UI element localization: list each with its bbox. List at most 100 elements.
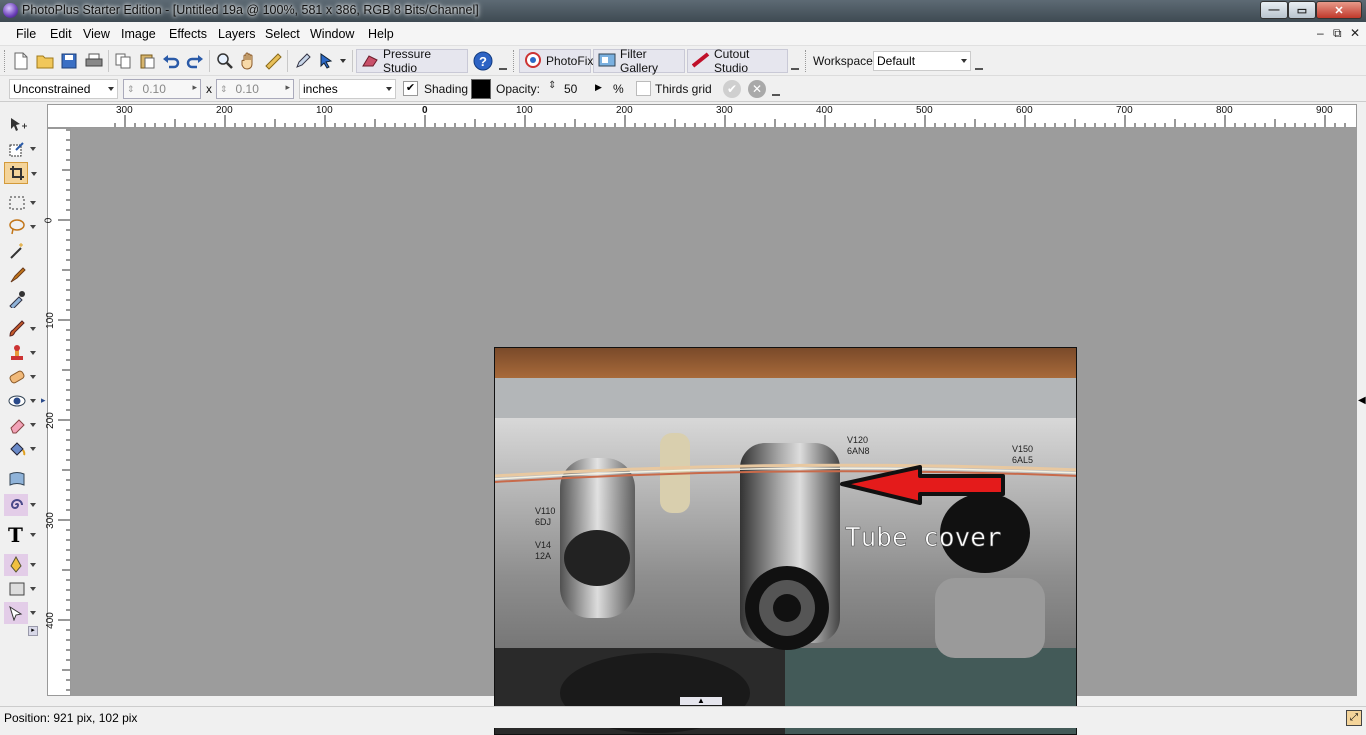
open-folder-icon[interactable] bbox=[35, 51, 55, 71]
expand-right-panel-icon[interactable]: ◀ bbox=[1358, 395, 1366, 406]
toolbar-overflow-icon[interactable] bbox=[499, 68, 507, 74]
menu-select[interactable]: Select bbox=[265, 27, 300, 41]
zoom-icon[interactable] bbox=[215, 51, 235, 71]
twirl-tool-icon[interactable] bbox=[4, 494, 36, 516]
mdi-restore-button[interactable]: ⧉ bbox=[1333, 26, 1342, 41]
node-edit-tool-icon[interactable] bbox=[4, 602, 36, 624]
warp-tool-icon[interactable] bbox=[4, 468, 34, 490]
crop-height-field[interactable]: ⇕ 0.10 ▸ bbox=[216, 79, 294, 99]
mdi-minimize-button[interactable]: – bbox=[1317, 26, 1324, 40]
ruler-top-label: 300 bbox=[716, 105, 733, 116]
mdi-close-button[interactable]: ✕ bbox=[1350, 26, 1360, 40]
move-tool-icon[interactable] bbox=[4, 114, 34, 136]
vertical-ruler: 0 100 200 300 400 bbox=[43, 128, 71, 696]
units-select[interactable]: inches bbox=[299, 79, 396, 99]
navigator-icon[interactable]: ⤢ bbox=[1346, 710, 1362, 726]
patch-tool-icon[interactable] bbox=[4, 366, 36, 388]
ruler-left-label: 200 bbox=[44, 412, 56, 429]
pen-icon[interactable] bbox=[293, 51, 313, 71]
photofix-button[interactable]: PhotoFix bbox=[519, 49, 593, 73]
undo-icon[interactable] bbox=[161, 51, 181, 71]
shape-tool-icon[interactable] bbox=[4, 578, 36, 600]
ruler-icon[interactable] bbox=[263, 51, 283, 71]
expand-bottom-panel-icon[interactable]: ▲ bbox=[680, 697, 722, 705]
magic-wand-tool-icon[interactable] bbox=[4, 240, 34, 262]
minimize-button[interactable]: — bbox=[1260, 1, 1288, 19]
status-bar: Position: 921 pix, 102 pix ⤢ bbox=[0, 706, 1366, 728]
shading-color-swatch[interactable] bbox=[471, 79, 491, 99]
opacity-label: Opacity: bbox=[496, 82, 541, 96]
menu-edit[interactable]: Edit bbox=[50, 27, 72, 41]
shading-checkbox[interactable]: ✔ bbox=[403, 81, 418, 96]
toolbar-overflow-icon-2[interactable] bbox=[791, 68, 799, 74]
document-canvas[interactable]: V120 6AN8 V150 6AL5 V110 6DJ V14 12A Tub… bbox=[494, 347, 1077, 735]
app-icon[interactable] bbox=[3, 3, 18, 18]
rectangle-selection-tool-icon[interactable] bbox=[4, 192, 36, 214]
workspace-select[interactable]: Default bbox=[873, 51, 971, 71]
deform-tool-icon[interactable] bbox=[4, 138, 36, 160]
text-tool-icon[interactable]: T bbox=[4, 523, 36, 547]
ruler-top-label: 400 bbox=[816, 105, 833, 116]
expand-tools-icon[interactable]: ▸ bbox=[28, 626, 38, 636]
close-button[interactable]: ✕ bbox=[1316, 1, 1362, 19]
crop-tool-icon[interactable] bbox=[4, 162, 37, 184]
selection-brush-tool-icon[interactable] bbox=[4, 264, 34, 286]
pointer-icon[interactable] bbox=[317, 51, 337, 71]
commit-icon[interactable]: ✔ bbox=[723, 80, 741, 98]
toolbar-overflow-icon-3[interactable] bbox=[975, 68, 983, 74]
window-title: PhotoPlus Starter Edition - [Untitled 19… bbox=[22, 3, 479, 17]
photo-image[interactable]: V120 6AN8 V150 6AL5 V110 6DJ V14 12A Tub… bbox=[495, 348, 1077, 735]
opacity-value[interactable]: 50 bbox=[564, 82, 577, 96]
menu-view[interactable]: View bbox=[83, 27, 110, 41]
spin-icon: ⇕ bbox=[127, 83, 135, 94]
menu-window[interactable]: Window bbox=[310, 27, 354, 41]
tube-label-12a: 12A bbox=[535, 551, 551, 561]
pointer-dropdown-icon[interactable] bbox=[340, 59, 346, 63]
ruler-top-label: 500 bbox=[916, 105, 933, 116]
collapse-left-panel-icon[interactable]: ▸ bbox=[41, 395, 46, 406]
menu-help[interactable]: Help bbox=[368, 27, 394, 41]
eraser-tool-icon[interactable] bbox=[4, 414, 36, 436]
crop-mode-select[interactable]: Unconstrained bbox=[9, 79, 118, 99]
maximize-button[interactable]: ▭ bbox=[1288, 1, 1316, 19]
color-pickup-tool-icon[interactable] bbox=[4, 288, 34, 310]
crop-width-field[interactable]: ⇕ 0.10 ▸ bbox=[123, 79, 201, 99]
tube-label-6al5: 6AL5 bbox=[1012, 455, 1033, 465]
field-arrow-icon: ▸ bbox=[192, 82, 197, 92]
ruler-left-label: 0 bbox=[43, 217, 55, 224]
new-file-icon[interactable] bbox=[11, 51, 31, 71]
menu-file[interactable]: File bbox=[16, 27, 36, 41]
filter-gallery-button[interactable]: Filter Gallery bbox=[593, 47, 685, 75]
help-icon[interactable]: ? bbox=[473, 51, 493, 71]
cancel-icon[interactable]: ✕ bbox=[748, 80, 766, 98]
tube-cover-annotation[interactable]: Tube cover bbox=[845, 523, 1002, 554]
opacity-spinner-icon[interactable]: ⇕ bbox=[548, 80, 556, 91]
paste-icon[interactable] bbox=[137, 51, 157, 71]
copy-icon[interactable] bbox=[113, 51, 133, 71]
main-toolbar: Pressure Studio ? PhotoFix Filter Galler… bbox=[0, 46, 1366, 76]
red-eye-tool-icon[interactable] bbox=[4, 390, 36, 412]
fill-tool-icon[interactable] bbox=[4, 438, 36, 460]
opacity-slider-arrow-icon[interactable]: ▶ bbox=[595, 82, 602, 93]
pressure-studio-button[interactable]: Pressure Studio bbox=[356, 47, 468, 75]
hand-icon[interactable] bbox=[239, 51, 259, 71]
print-icon[interactable] bbox=[84, 51, 104, 71]
ruler-top-label: 600 bbox=[1016, 105, 1033, 116]
filter-gallery-icon bbox=[598, 52, 616, 71]
ruler-top-label: 900 bbox=[1316, 105, 1333, 116]
workspace[interactable]: V120 6AN8 V150 6AL5 V110 6DJ V14 12A Tub… bbox=[71, 128, 1357, 735]
menu-image[interactable]: Image bbox=[121, 27, 156, 41]
toolbar-grip[interactable] bbox=[4, 50, 7, 72]
toolbar-overflow-icon-4[interactable] bbox=[772, 94, 780, 100]
paintbrush-tool-icon[interactable] bbox=[4, 318, 36, 340]
thirds-grid-checkbox[interactable] bbox=[636, 81, 651, 96]
menu-effects[interactable]: Effects bbox=[169, 27, 207, 41]
cutout-studio-button[interactable]: Cutout Studio bbox=[687, 47, 788, 75]
save-icon[interactable] bbox=[59, 51, 79, 71]
pen-tool-icon[interactable] bbox=[4, 554, 36, 576]
lasso-tool-icon[interactable] bbox=[4, 216, 36, 238]
menu-layers[interactable]: Layers bbox=[218, 27, 256, 41]
clone-tool-icon[interactable] bbox=[4, 342, 36, 364]
ruler-top-label: 700 bbox=[1116, 105, 1133, 116]
redo-icon[interactable] bbox=[185, 51, 205, 71]
